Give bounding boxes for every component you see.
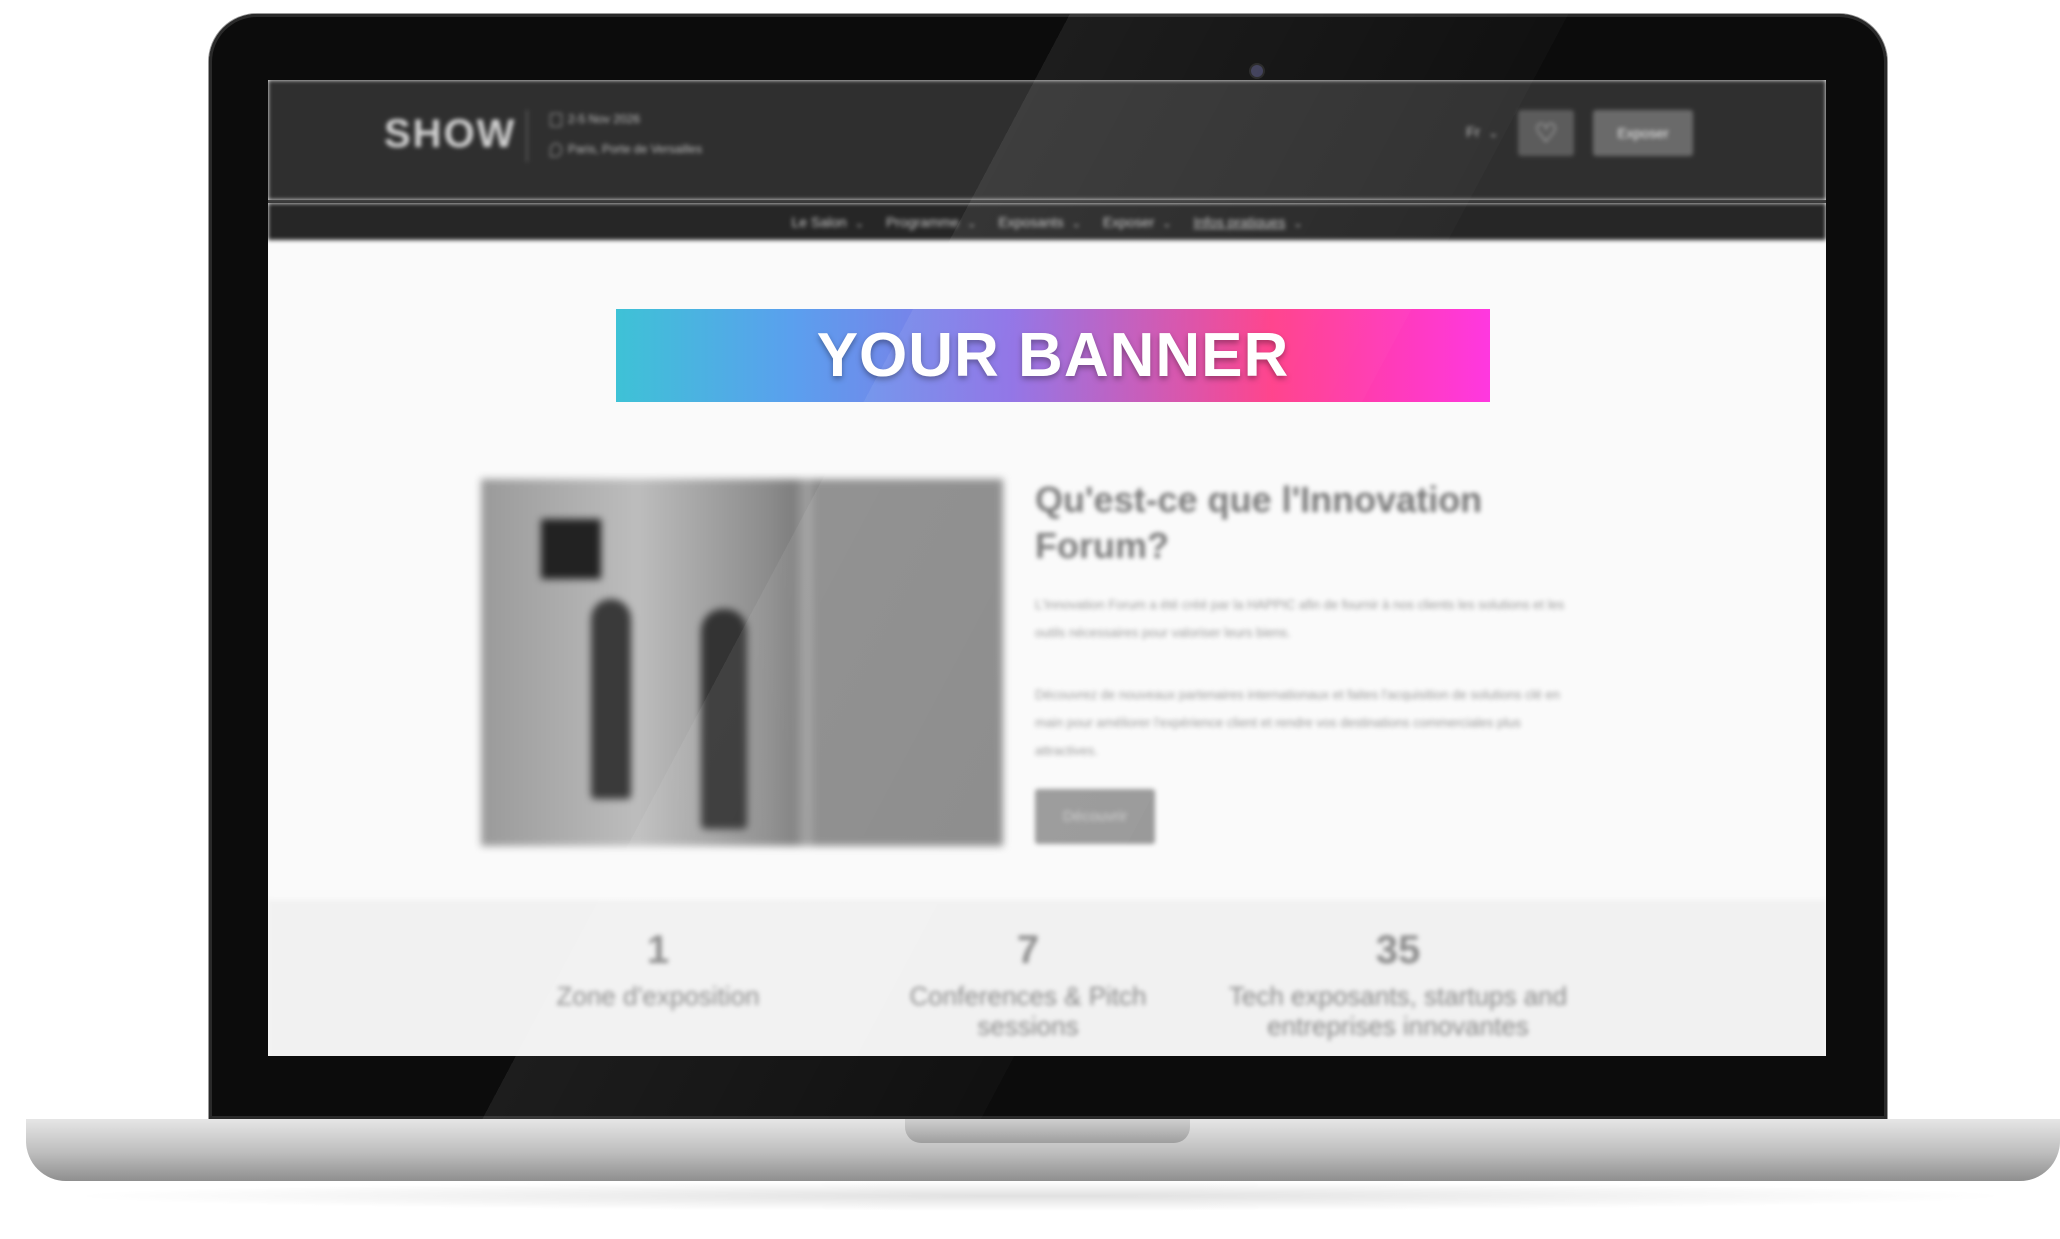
nav-item-label: Programme: [885, 213, 960, 230]
article-paragraph: L'Innovation Forum a été créé par la HAP…: [1035, 597, 1565, 640]
stats-band: 1 Zone d'exposition 7 Conferences & Pitc…: [268, 900, 1826, 1056]
calendar-icon: [550, 112, 562, 127]
stat-number: 35: [1375, 928, 1421, 972]
stat-label: Tech exposants, startups and entreprises…: [1228, 981, 1568, 1041]
site-logo[interactable]: SHOW: [384, 112, 516, 157]
location-pin-icon: [550, 142, 562, 157]
nav-item-programme[interactable]: Programme ⌄: [886, 214, 976, 230]
browser-viewport: SHOW 2-5 Nov 2026 Paris, Porte de Versai…: [268, 80, 1826, 1056]
nav-item-exposer[interactable]: Exposer ⌄: [1103, 214, 1172, 230]
main-nav: Le Salon ⌄ Programme ⌄ Exposants ⌄ Exposer ⌄…: [268, 203, 1826, 240]
event-photo: [481, 479, 1003, 846]
language-label: Fr: [1466, 124, 1481, 141]
nav-item-infos-pratiques[interactable]: Infos pratiques ⌄: [1193, 214, 1302, 230]
discover-button[interactable]: Découvrir: [1035, 789, 1155, 844]
chevron-down-icon: ⌄: [1071, 217, 1081, 230]
stat-item: 35 Tech exposants, startups and entrepri…: [1228, 928, 1568, 1041]
article-block: Qu'est-ce que l'Innovation Forum? L'Inno…: [1035, 477, 1575, 844]
event-location-text: Paris, Porte de Versailles: [568, 142, 703, 156]
article-paragraph: Découvrez de nouveaux partenaires intern…: [1035, 687, 1560, 758]
stat-label: Conferences & Pitch sessions: [909, 981, 1147, 1041]
heart-icon: ♡: [1534, 117, 1558, 148]
laptop-hinge-notch: [905, 1119, 1190, 1143]
event-date: 2-5 Nov 2026: [550, 112, 640, 127]
site-header: SHOW 2-5 Nov 2026 Paris, Porte de Versai…: [268, 80, 1826, 200]
nav-item-label: Exposer: [1102, 213, 1155, 230]
laptop-shadow: [60, 1181, 2020, 1211]
chevron-down-icon: ⌄: [1162, 217, 1172, 230]
logo-divider: [526, 110, 528, 162]
nav-item-exposants[interactable]: Exposants ⌄: [998, 214, 1081, 230]
stat-number: 7: [1016, 928, 1040, 972]
exhibit-button[interactable]: Exposer: [1593, 110, 1693, 156]
webcam: [1249, 63, 1265, 79]
event-date-text: 2-5 Nov 2026: [568, 112, 641, 126]
nav-item-label: Infos pratiques: [1193, 213, 1286, 230]
stat-item: 1 Zone d'exposition: [488, 928, 828, 1011]
nav-item-label: Exposants: [998, 213, 1064, 230]
nav-item-label: Le Salon: [791, 213, 847, 230]
nav-item-le-salon[interactable]: Le Salon ⌄: [791, 214, 864, 230]
chevron-down-icon: ⌄: [1293, 217, 1303, 230]
stat-number: 1: [646, 928, 670, 972]
article-title: Qu'est-ce que l'Innovation Forum?: [1035, 479, 1483, 566]
ad-banner[interactable]: YOUR BANNER: [616, 309, 1490, 402]
banner-text: YOUR BANNER: [816, 321, 1290, 390]
stat-label: Zone d'exposition: [556, 981, 760, 1011]
chevron-down-icon: ⌄: [967, 217, 977, 230]
event-location: Paris, Porte de Versailles: [550, 142, 702, 157]
language-selector[interactable]: Fr ⌄: [1466, 124, 1498, 141]
favorites-button[interactable]: ♡: [1518, 110, 1574, 156]
chevron-down-icon: ⌄: [1488, 126, 1499, 140]
chevron-down-icon: ⌄: [854, 217, 864, 230]
stat-item: 7 Conferences & Pitch sessions: [858, 928, 1198, 1041]
